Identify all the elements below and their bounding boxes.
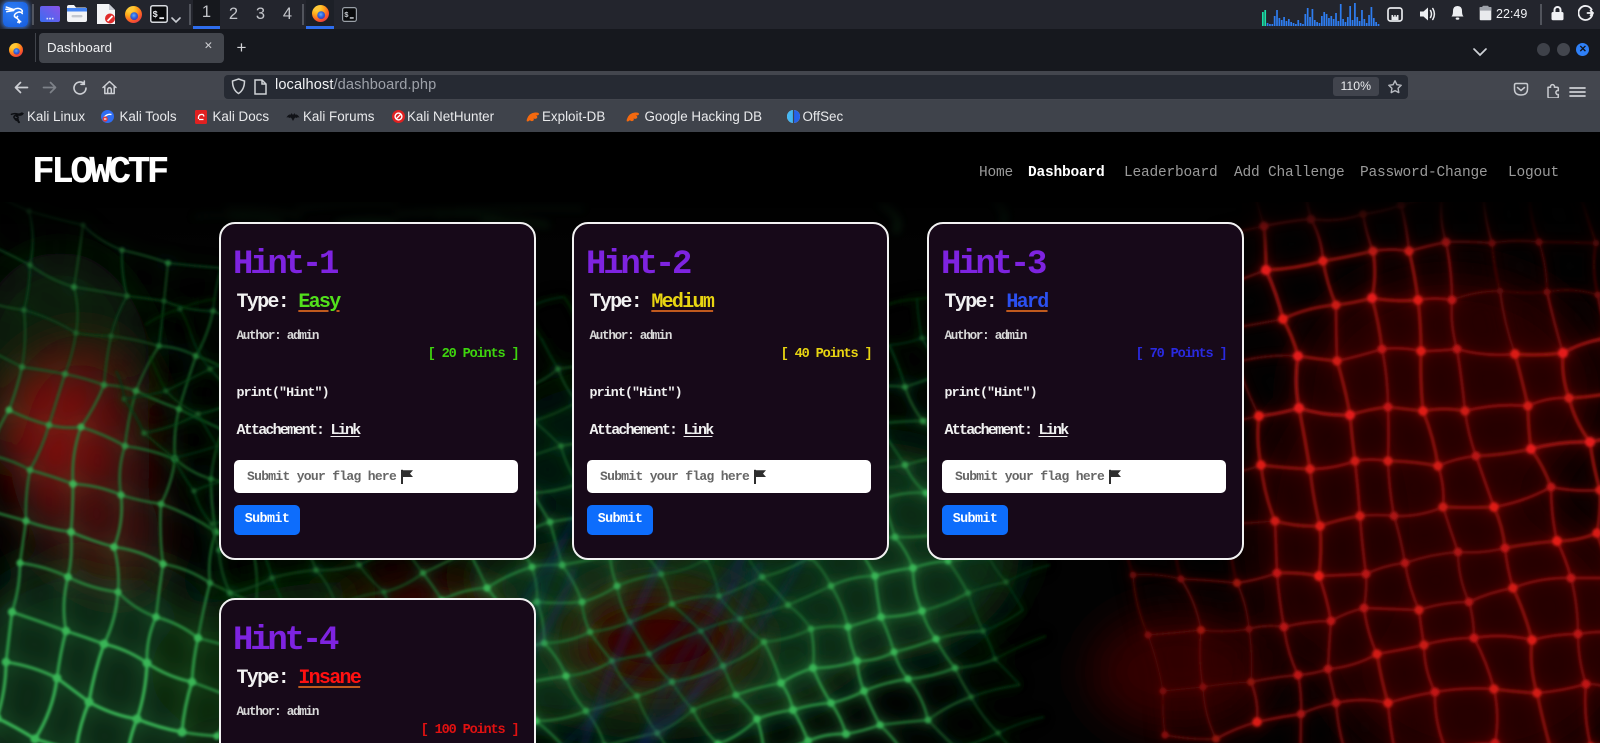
svg-text:$: $ bbox=[153, 10, 159, 20]
svg-text:$: $ bbox=[344, 12, 349, 20]
